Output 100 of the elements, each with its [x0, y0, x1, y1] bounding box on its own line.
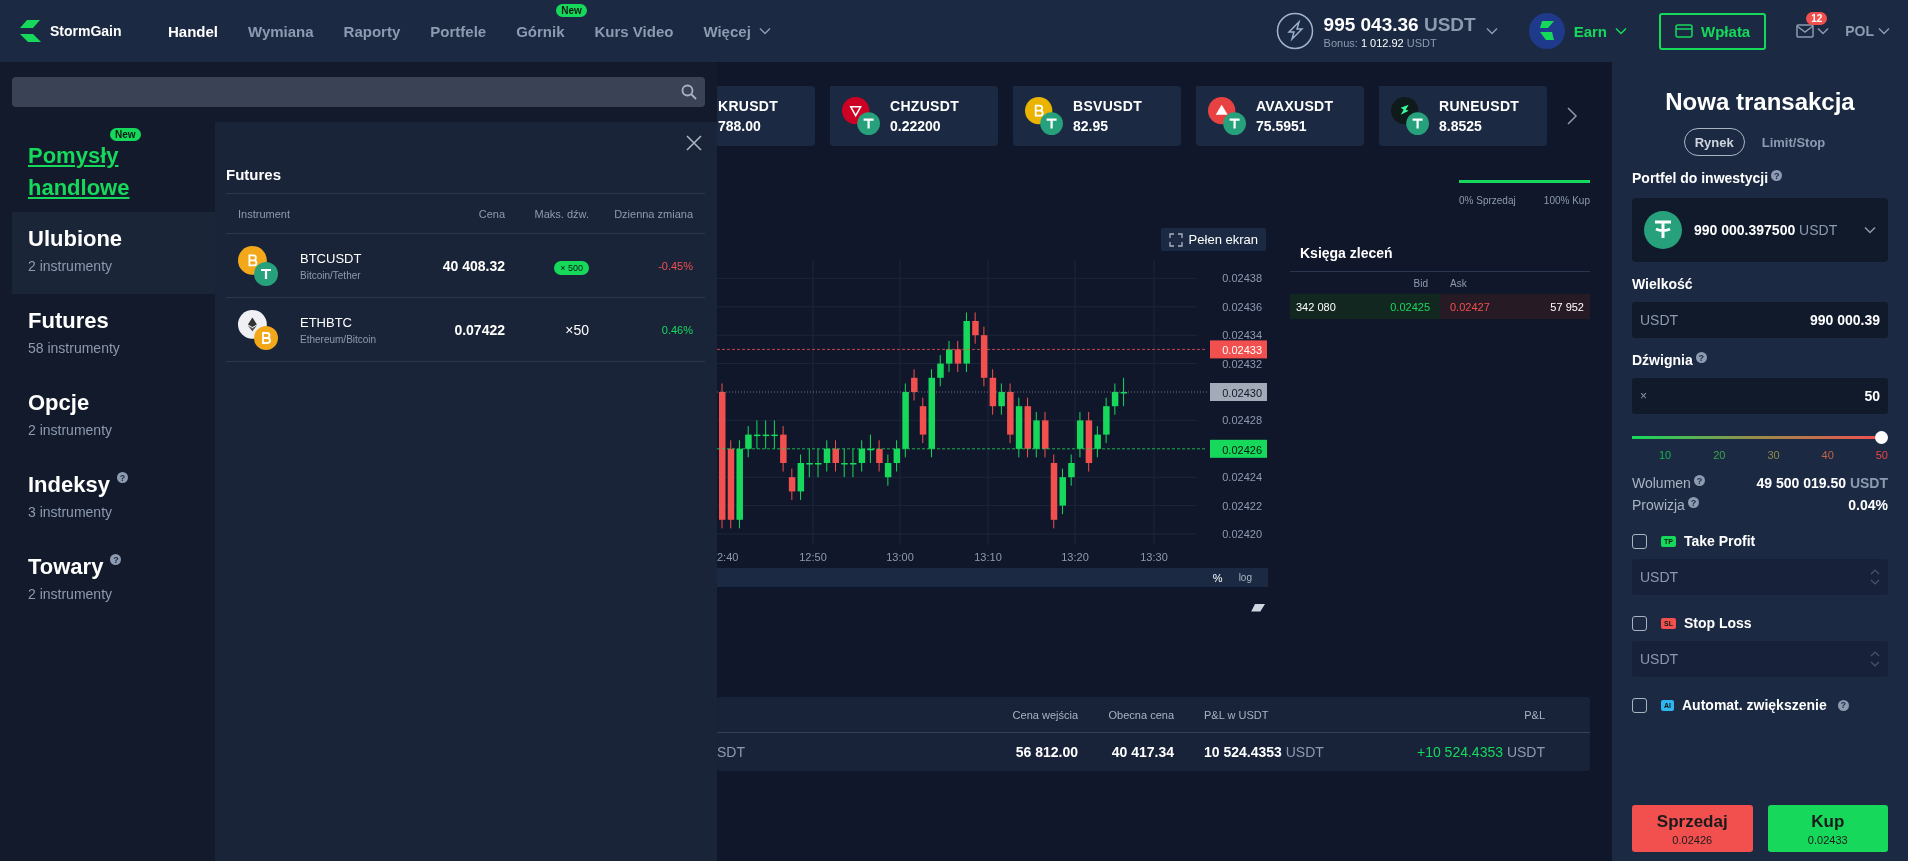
ticker-card[interactable]: CHZUSDT 0.22200 — [830, 86, 998, 146]
stepper-icon — [1870, 568, 1880, 586]
price-text: 40 408.32 — [441, 257, 505, 274]
nav-link[interactable]: Górnik — [501, 16, 580, 46]
wallet-dropdown[interactable]: 990 000.397500 USDT — [1632, 198, 1888, 262]
buy-button[interactable]: Kup 0.02433 — [1767, 805, 1888, 852]
mail-button[interactable] — [1796, 24, 1830, 38]
deposit-button[interactable]: Wpłata — [1659, 12, 1767, 50]
new-badge: New — [556, 4, 587, 17]
caret-icon — [1615, 27, 1628, 35]
new-badge: New — [110, 128, 141, 141]
change-text: -0.45% — [657, 259, 693, 272]
search-field[interactable] — [12, 77, 705, 107]
close-icon — [686, 135, 702, 151]
checkbox[interactable] — [1632, 697, 1647, 713]
checkbox[interactable] — [1632, 615, 1647, 631]
table-cell-text: 10 524.4353 USDT — [1203, 744, 1325, 760]
leverage-field[interactable]: × 50 — [1632, 378, 1888, 414]
column-header: Instrument — [238, 207, 291, 220]
nav-link[interactable]: Raporty — [328, 16, 416, 46]
axis-label: 0.02436 — [1222, 300, 1262, 313]
balance-amount: 995 043.36 USDT — [1323, 13, 1476, 36]
instrument-row[interactable]: ETHBTC Ethereum/Bitcoin 0.07422 ×50 0.46% — [226, 298, 705, 362]
ticker-symbol: AVAXUSDT — [1256, 98, 1334, 114]
chevron-right-icon — [1566, 106, 1578, 126]
ticker-card[interactable]: AVAXUSDT 75.5951 — [1196, 86, 1364, 146]
card-icon — [1675, 24, 1694, 38]
nav-link[interactable]: Kurs Video — [579, 16, 689, 46]
instrument-name: Bitcoin/Tether — [300, 269, 362, 281]
help-icon[interactable]: ? — [1837, 699, 1849, 711]
caret-icon — [1864, 226, 1876, 234]
fee-value: 0.04% — [1848, 497, 1888, 513]
language-dropdown[interactable]: POL — [1845, 23, 1890, 39]
help-icon[interactable]: ? — [1687, 497, 1699, 508]
category-item[interactable]: Towary ? 2 instrumenty — [0, 540, 215, 622]
balance-dropdown[interactable]: 995 043.36 USDT Bonus: 1 012.92 USDT — [1275, 12, 1498, 50]
column-header: Cena — [477, 207, 505, 220]
category-item[interactable]: Indeksy ? 3 instrumenty — [0, 458, 215, 540]
nav-link[interactable]: Wymiana — [233, 16, 329, 46]
help-icon[interactable]: ? — [116, 472, 128, 483]
option-label: Automat. zwiększenie — [1682, 697, 1827, 713]
instrument-row[interactable]: BTCUSDT Bitcoin/Tether 40 408.32 × 500 -0.45% — [226, 234, 705, 298]
category-item[interactable]: Futures 58 instrumenty — [0, 294, 215, 376]
nav-link[interactable]: Handel — [153, 16, 233, 46]
input-field[interactable]: USDT — [1640, 569, 1790, 585]
stepper-icon — [1870, 650, 1880, 668]
stop-loss-field[interactable]: USDT — [1632, 641, 1888, 677]
option-label: Stop Loss — [1683, 615, 1752, 631]
column-header: Maks. dźw. — [533, 207, 589, 220]
help-icon[interactable]: ? — [1771, 170, 1783, 181]
section-title: Futures — [226, 122, 705, 194]
nav-link[interactable]: Portfele — [415, 16, 502, 46]
price-tag: 0.02430 — [1210, 383, 1267, 401]
earn-dropdown[interactable]: Earn — [1527, 12, 1628, 50]
sell-share: 0% Sprzedaj — [1459, 195, 1516, 206]
help-icon[interactable]: ? — [1693, 475, 1705, 486]
sell-button[interactable]: Sprzedaj 0.02426 — [1632, 805, 1753, 852]
nav-link[interactable]: Więcej — [688, 16, 786, 46]
order-type-tab[interactable]: Limit/Stop — [1750, 128, 1837, 156]
expand-icon — [1168, 232, 1183, 247]
column-header: Bid — [1412, 278, 1429, 289]
log-button[interactable]: log — [1232, 572, 1258, 583]
field-label: Dźwignia — [1632, 352, 1693, 368]
column-header: Obecna cena — [1107, 708, 1174, 721]
change-text: 0.46% — [660, 323, 693, 336]
size-field[interactable]: USDT 990 000.39 — [1632, 302, 1888, 338]
slider-thumb[interactable] — [1875, 430, 1888, 444]
column-header: Ask — [1449, 278, 1468, 289]
price-tag: 0.02433 — [1210, 340, 1267, 359]
leverage-slider[interactable] — [1632, 430, 1888, 444]
input-field[interactable]: USDT — [1640, 651, 1790, 667]
tick-label: 10 — [1659, 449, 1672, 461]
leverage-badge: × 500 — [554, 260, 589, 275]
category-item[interactable]: Opcje 2 instrumenty — [0, 376, 215, 458]
ideas-link[interactable]: Pomysły handlowe — [28, 140, 148, 204]
ticker-card[interactable]: BSVUSDT 82.95 — [1013, 86, 1181, 146]
tick-label: 20 — [1713, 449, 1726, 461]
price-tag: 0.02426 — [1210, 439, 1267, 458]
bid-size: 342 080 — [1296, 300, 1336, 313]
percent-button[interactable]: % — [1206, 571, 1229, 584]
take-profit-field[interactable]: USDT — [1632, 559, 1888, 595]
caret-icon — [1878, 27, 1890, 35]
axis-label: 0.02422 — [1222, 499, 1262, 512]
fullscreen-button[interactable]: Pełen ekran — [1160, 228, 1266, 251]
buy-share: 100% Kup — [1543, 195, 1590, 206]
ticker-card[interactable]: KRUSDT 788.00 — [717, 86, 815, 146]
avatar-icon — [1527, 12, 1566, 50]
axis-label: 0.02424 — [1222, 471, 1262, 484]
envelope-icon — [1796, 24, 1815, 38]
field-label: Prowizja — [1632, 497, 1685, 513]
checkbox[interactable] — [1632, 533, 1647, 549]
section-title: Księga zleceń — [1290, 240, 1590, 272]
tick-label: 30 — [1767, 449, 1780, 461]
logo-icon — [18, 19, 42, 43]
ticker-card[interactable]: RUNEUSDT 8.8525 — [1379, 86, 1547, 146]
help-icon[interactable]: ? — [110, 554, 122, 565]
ask-size: 57 952 — [1550, 300, 1584, 313]
logo-text[interactable]: StormGain — [50, 23, 122, 39]
help-icon[interactable]: ? — [1695, 352, 1707, 363]
category-item[interactable]: Ulubione 2 instrumenty — [12, 212, 215, 294]
